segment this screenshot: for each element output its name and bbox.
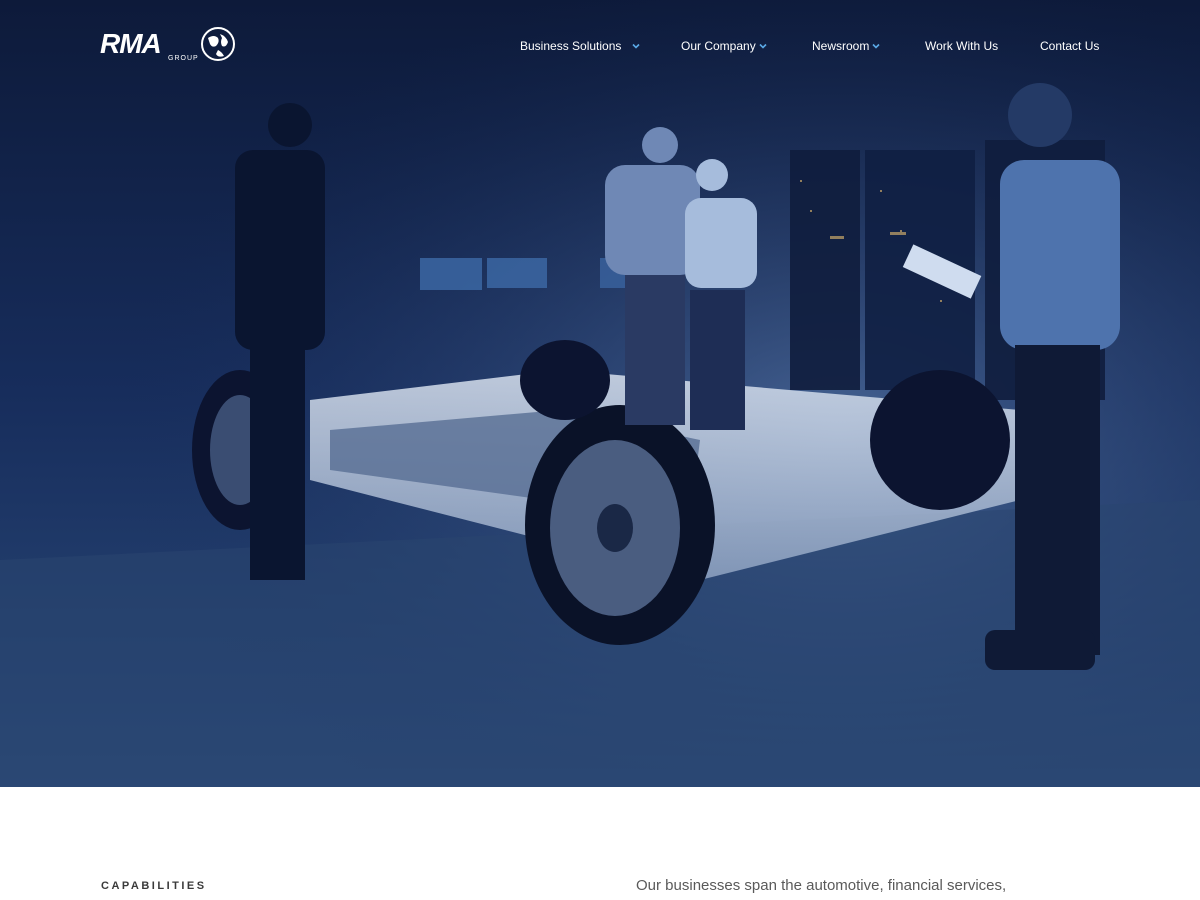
nav-work-with-us[interactable]: Work With Us — [925, 37, 998, 55]
capabilities-section: CAPABILITIES Our businesses span the aut… — [0, 787, 1200, 900]
nav-label: Our Company — [681, 39, 756, 53]
nav-newsroom[interactable]: Newsroom — [812, 37, 881, 55]
rma-group-logo[interactable]: RMA GROUP — [100, 26, 240, 66]
nav-label: Newsroom — [812, 39, 870, 53]
chevron-down-icon — [759, 43, 767, 49]
nav-label: Contact Us — [1040, 39, 1100, 53]
nav-our-company[interactable]: Our Company — [681, 37, 768, 55]
nav-label: Business Solutions — [520, 39, 622, 53]
nav-business-solutions[interactable]: Business Solutions — [520, 37, 641, 55]
nav-label: Work With Us — [925, 39, 999, 53]
nav-contact-us[interactable]: Contact Us — [1040, 37, 1099, 55]
hero-image — [0, 0, 1200, 787]
globe-icon — [201, 27, 235, 61]
hero-section: RMA GROUP Business Solutions Our Company… — [0, 0, 1200, 787]
logo-subtext: GROUP — [168, 55, 199, 62]
section-lede: Our businesses span the automotive, fina… — [636, 877, 1007, 894]
top-navigation: RMA GROUP Business Solutions Our Company… — [0, 0, 1200, 90]
chevron-down-icon — [872, 43, 880, 49]
logo-wordmark: RMA — [100, 28, 162, 59]
chevron-down-icon — [632, 43, 640, 49]
section-eyebrow: CAPABILITIES — [101, 880, 207, 892]
